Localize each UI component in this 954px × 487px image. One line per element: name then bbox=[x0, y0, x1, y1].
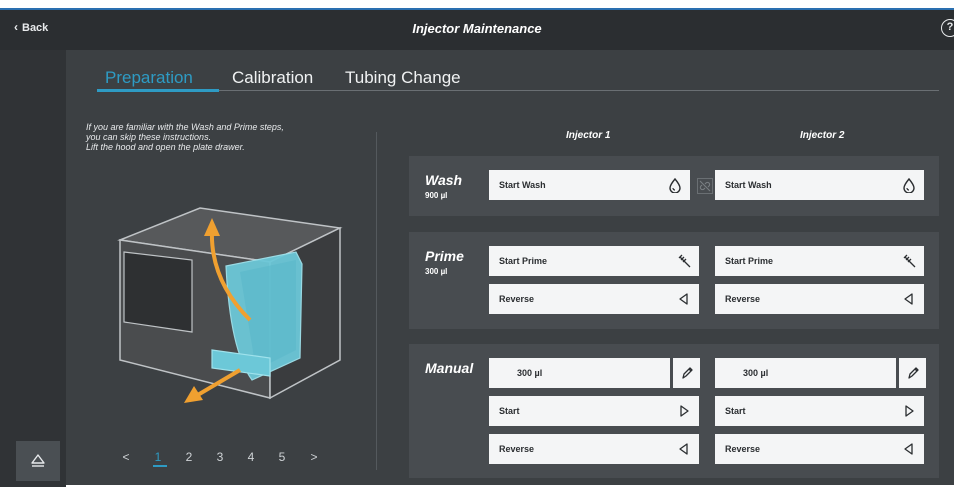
tab-preparation[interactable]: Preparation bbox=[105, 68, 193, 88]
button-label: Reverse bbox=[499, 444, 535, 454]
tab-tubing-change[interactable]: Tubing Change bbox=[345, 68, 461, 88]
triangle-left-icon bbox=[679, 443, 688, 455]
vertical-divider bbox=[376, 132, 377, 470]
current-page-indicator bbox=[153, 465, 167, 467]
instructions-text: If you are familiar with the Wash and Pr… bbox=[86, 122, 366, 152]
triangle-right-icon bbox=[680, 405, 689, 417]
syringe-icon bbox=[678, 254, 691, 268]
button-label: Reverse bbox=[499, 294, 535, 304]
start-prime-injector-1[interactable]: Start Prime bbox=[489, 246, 699, 276]
triangle-right-icon bbox=[905, 405, 914, 417]
pager-next[interactable]: > bbox=[306, 450, 322, 464]
volume-field[interactable]: 300 µl bbox=[715, 358, 896, 388]
manual-volume-injector-1: 300 µl bbox=[489, 358, 700, 388]
pencil-icon bbox=[908, 367, 919, 379]
instruction-line: you can skip these instructions. bbox=[86, 132, 212, 142]
prime-label: Prime bbox=[425, 248, 464, 264]
page-title: Injector Maintenance bbox=[412, 21, 542, 36]
volume-field[interactable]: 300 µl bbox=[489, 358, 670, 388]
button-label: Start bbox=[499, 406, 520, 416]
edit-volume-button[interactable] bbox=[899, 358, 926, 388]
button-label: Start Prime bbox=[725, 256, 774, 266]
tab-divider bbox=[97, 90, 939, 91]
start-wash-injector-2[interactable]: Start Wash bbox=[715, 170, 924, 200]
manual-label: Manual bbox=[425, 360, 474, 376]
manual-reverse-injector-1[interactable]: Reverse bbox=[489, 434, 699, 464]
unlink-icon bbox=[699, 180, 711, 192]
button-label: Start Wash bbox=[725, 180, 772, 190]
instrument-illustration bbox=[117, 207, 343, 403]
eject-button[interactable] bbox=[16, 441, 60, 481]
instruction-line: If you are familiar with the Wash and Pr… bbox=[86, 122, 284, 132]
reverse-prime-injector-2[interactable]: Reverse bbox=[715, 284, 924, 314]
pencil-icon bbox=[682, 367, 693, 379]
edit-volume-button[interactable] bbox=[673, 358, 700, 388]
manual-volume-injector-2: 300 µl bbox=[715, 358, 926, 388]
button-label: Start bbox=[725, 406, 746, 416]
pager-page-2[interactable]: 2 bbox=[181, 450, 197, 464]
droplet-icon bbox=[903, 177, 915, 193]
reverse-prime-injector-1[interactable]: Reverse bbox=[489, 284, 699, 314]
droplet-icon bbox=[669, 177, 681, 193]
pager-page-4[interactable]: 4 bbox=[243, 450, 259, 464]
button-label: Reverse bbox=[725, 444, 761, 454]
manual-start-injector-1[interactable]: Start bbox=[489, 396, 699, 426]
active-tab-indicator bbox=[97, 89, 219, 92]
manual-reverse-injector-2[interactable]: Reverse bbox=[715, 434, 924, 464]
injector-1-header: Injector 1 bbox=[566, 130, 611, 141]
button-label: Start Prime bbox=[499, 256, 548, 266]
pager-page-5[interactable]: 5 bbox=[274, 450, 290, 464]
header-bar: ‹ Back Injector Maintenance ? bbox=[0, 10, 954, 50]
triangle-left-icon bbox=[679, 293, 688, 305]
link-injectors-button[interactable] bbox=[697, 178, 713, 194]
triangle-left-icon bbox=[904, 293, 913, 305]
button-label: Reverse bbox=[725, 294, 761, 304]
start-prime-injector-2[interactable]: Start Prime bbox=[715, 246, 924, 276]
triangle-left-icon bbox=[904, 443, 913, 455]
start-wash-injector-1[interactable]: Start Wash bbox=[489, 170, 690, 200]
side-strip bbox=[0, 50, 66, 487]
app-window: ‹ Back Injector Maintenance ? Preparation… bbox=[0, 8, 954, 487]
button-label: Start Wash bbox=[499, 180, 546, 190]
help-button[interactable]: ? bbox=[941, 19, 954, 37]
injector-2-header: Injector 2 bbox=[800, 130, 845, 141]
prime-volume: 300 µl bbox=[425, 267, 448, 276]
pager-prev[interactable]: < bbox=[118, 450, 134, 464]
pager-page-1[interactable]: 1 bbox=[150, 450, 166, 464]
eject-icon bbox=[31, 454, 45, 467]
manual-start-injector-2[interactable]: Start bbox=[715, 396, 924, 426]
wash-volume: 900 µl bbox=[425, 191, 448, 200]
tab-calibration[interactable]: Calibration bbox=[232, 68, 313, 88]
instruction-line: Lift the hood and open the plate drawer. bbox=[86, 142, 245, 152]
wash-label: Wash bbox=[425, 172, 463, 188]
volume-value: 300 µl bbox=[517, 368, 543, 378]
syringe-icon bbox=[903, 254, 916, 268]
volume-value: 300 µl bbox=[743, 368, 769, 378]
pager-page-3[interactable]: 3 bbox=[212, 450, 228, 464]
